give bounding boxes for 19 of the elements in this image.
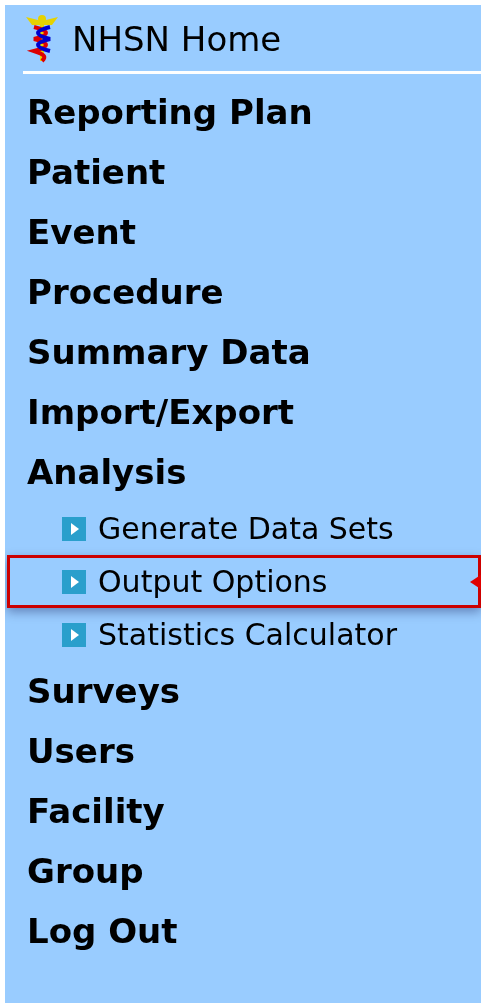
submenu-item[interactable]: Statistics Calculator bbox=[98, 617, 398, 652]
play-icon bbox=[62, 569, 86, 594]
menu-item[interactable]: Group bbox=[27, 841, 144, 901]
submenu-item[interactable]: Output Options bbox=[98, 564, 328, 599]
menu-item[interactable]: Patient bbox=[27, 142, 166, 202]
play-icon bbox=[62, 516, 86, 541]
submenu-item[interactable]: Generate Data Sets bbox=[98, 511, 394, 546]
menu-item[interactable]: Users bbox=[27, 721, 135, 781]
menu-item[interactable]: Procedure bbox=[27, 262, 224, 322]
menu-item[interactable]: Log Out bbox=[27, 901, 178, 961]
menu-item[interactable]: Surveys bbox=[27, 661, 181, 721]
menu-item[interactable]: Import/Export bbox=[27, 382, 295, 442]
play-icon bbox=[62, 622, 86, 647]
menu-item[interactable]: Facility bbox=[27, 781, 165, 841]
menu-item[interactable]: Event bbox=[27, 202, 136, 262]
menu-item[interactable]: Summary Data bbox=[27, 322, 311, 382]
home-link[interactable]: NHSN Home bbox=[72, 19, 282, 59]
menu-item[interactable]: Reporting Plan bbox=[27, 82, 313, 142]
menu-item[interactable]: Analysis bbox=[27, 442, 187, 502]
